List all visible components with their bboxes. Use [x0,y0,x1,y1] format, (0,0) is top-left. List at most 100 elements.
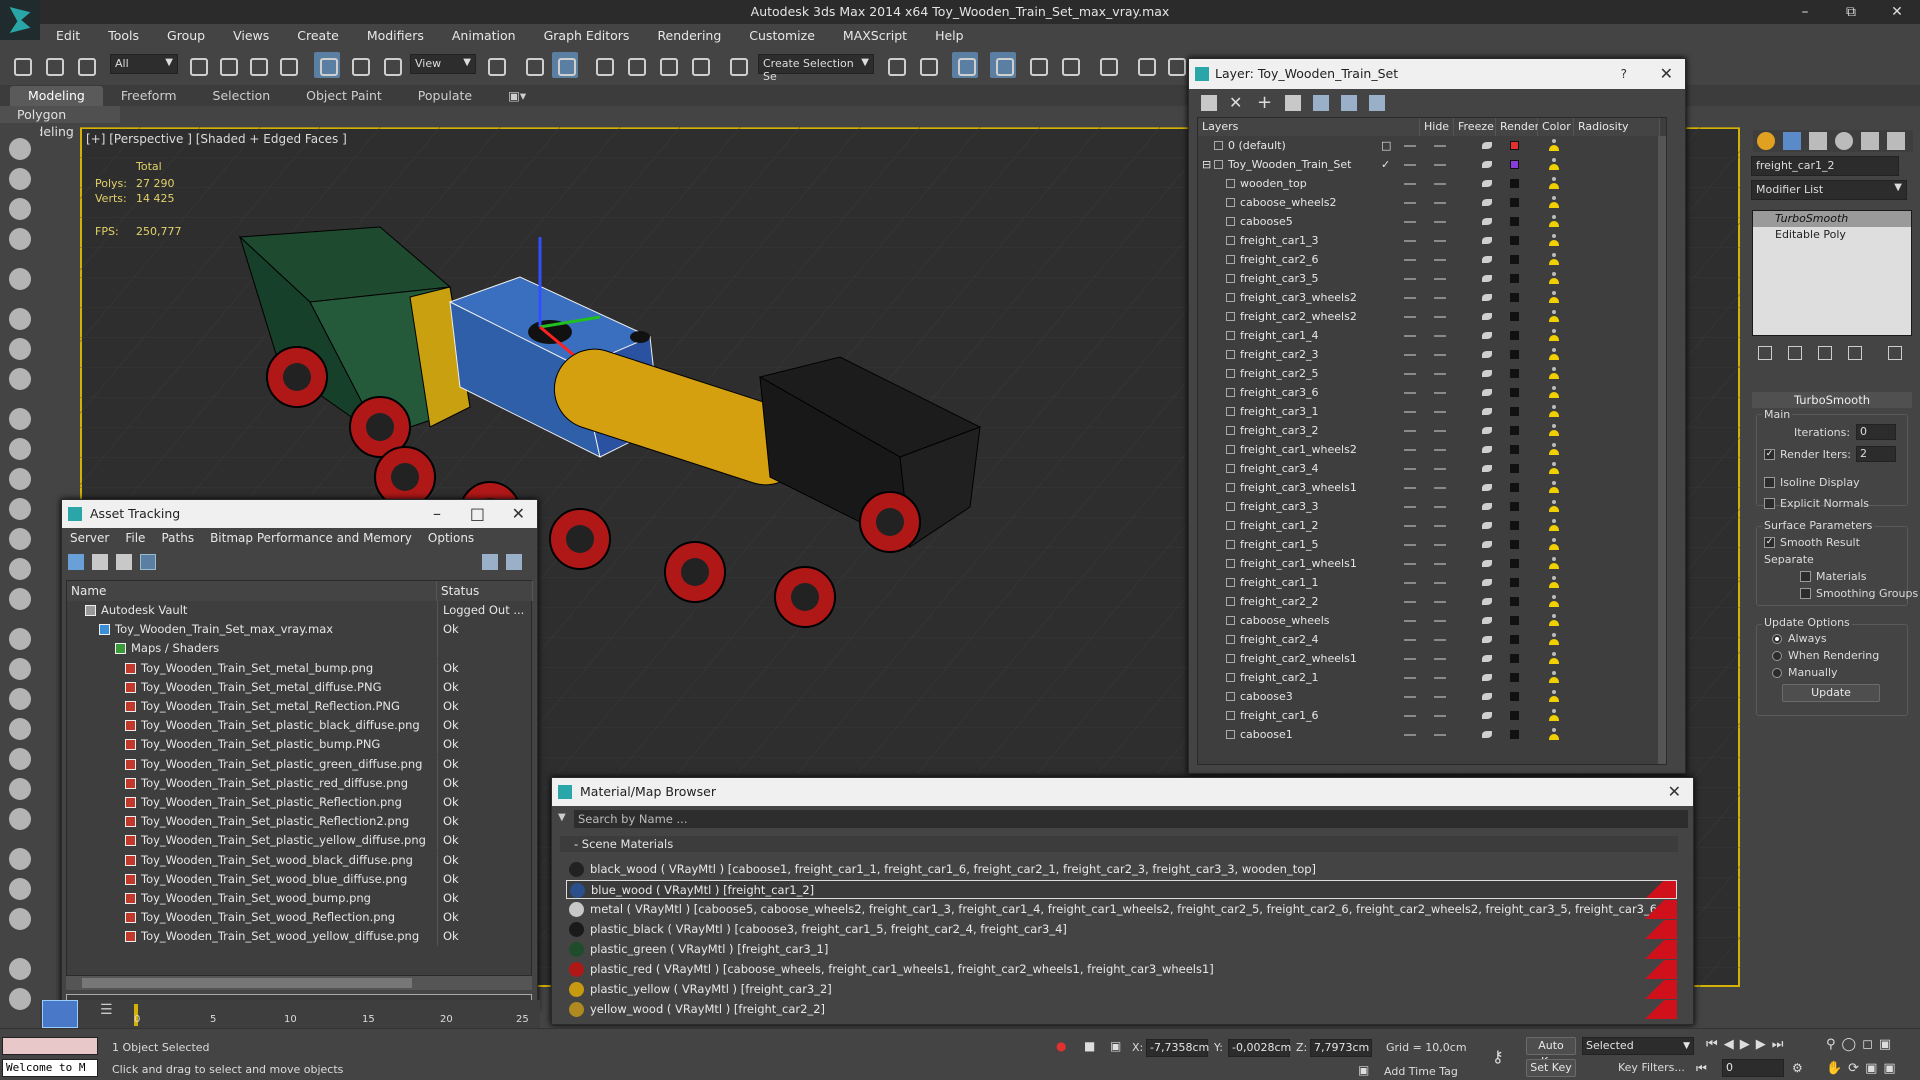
render-teapot-icon[interactable] [1482,503,1492,510]
asset-row[interactable]: Toy_Wooden_Train_Set_wood_Reflection.png… [67,908,533,928]
status-column-header[interactable]: Status [437,581,533,601]
material-row[interactable]: black_wood ( VRayMtl ) [caboose1, freigh… [566,860,1677,879]
radiosity-icon[interactable] [1548,557,1560,570]
current-layer-check-icon[interactable]: ✓ [1381,155,1390,174]
asset-row[interactable]: Toy_Wooden_Train_Set_wood_blue_diffuse.p… [67,869,533,889]
material-row[interactable]: plastic_yellow ( VRayMtl ) [freight_car3… [566,980,1677,999]
render-teapot-icon[interactable] [1482,180,1492,187]
hide-toggle[interactable] [1404,582,1416,584]
render-teapot-icon[interactable] [1482,408,1492,415]
rect-selection-icon[interactable] [244,52,270,78]
settings-icon[interactable] [506,554,522,570]
set-current-layer-icon[interactable]: □ [1381,136,1391,155]
menu-graph-editors[interactable]: Graph Editors [528,24,642,46]
freeze-toggle[interactable] [1434,430,1446,432]
teapot-primitive-icon[interactable] [9,498,31,520]
layer-row[interactable]: freight_car3_wheels2 [1198,288,1668,307]
material-editor-icon[interactable] [1094,52,1120,78]
hide-toggle[interactable] [1404,620,1416,622]
hide-toggle[interactable] [1404,335,1416,337]
layer-color-swatch[interactable] [1510,388,1519,397]
layer-row[interactable]: freight_car3_5 [1198,269,1668,288]
menu-rendering[interactable]: Rendering [641,24,733,46]
render-iters-spinner[interactable]: 2 [1856,446,1896,462]
asset-row[interactable]: Toy_Wooden_Train_Set_plastic_black_diffu… [67,716,533,736]
render-teapot-icon[interactable] [1482,161,1492,168]
render-teapot-icon[interactable] [1482,427,1492,434]
time-tag-icon[interactable]: ▣ [1358,1063,1369,1077]
globe-icon[interactable] [9,848,31,870]
radiosity-icon[interactable] [1548,519,1560,532]
layer-color-swatch[interactable] [1510,464,1519,473]
angle-snap-icon[interactable] [622,52,648,78]
hide-toggle[interactable] [1404,202,1416,204]
render-teapot-icon[interactable] [1482,712,1492,719]
ribbon-subtab-polygon-modeling[interactable]: Polygon Modeling [0,106,120,139]
bones-icon[interactable] [9,658,31,680]
layer-color-swatch[interactable] [1510,179,1519,188]
layer-row[interactable]: freight_car3_3 [1198,497,1668,516]
help-icon[interactable] [9,988,31,1010]
close-icon[interactable]: ✕ [1660,59,1673,89]
layer-row[interactable]: caboose_wheels2 [1198,193,1668,212]
layer-row[interactable]: 0 (default) □ [1198,136,1668,155]
material-search-input[interactable]: Search by Name ... [574,810,1688,828]
menu-modifiers[interactable]: Modifiers [351,24,436,46]
mini-curve-icon[interactable]: ☰ [100,1002,113,1018]
freeze-toggle[interactable] [1434,468,1446,470]
layer-color-swatch[interactable] [1510,635,1519,644]
key-selection-dropdown[interactable]: Selected ▼ [1582,1037,1694,1055]
toggle-ribbon-icon[interactable] [990,52,1016,78]
render-teapot-icon[interactable] [1482,199,1492,206]
figure-icon[interactable] [9,688,31,710]
list-view-icon[interactable] [92,554,108,570]
menu-group[interactable]: Group [151,24,217,46]
freeze-toggle[interactable] [1434,544,1446,546]
hide-toggle[interactable] [1404,392,1416,394]
layer-color-swatch[interactable] [1510,540,1519,549]
select-scale-icon[interactable] [378,52,404,78]
keyboard-shortcut-override-icon[interactable] [552,52,578,78]
render-teapot-icon[interactable] [1482,560,1492,567]
layer-row[interactable]: freight_car2_3 [1198,345,1668,364]
window-crossing-icon[interactable] [274,52,300,78]
render-teapot-icon[interactable] [1482,465,1492,472]
hide-toggle[interactable] [1404,487,1416,489]
light-icon[interactable] [9,268,31,290]
close-icon[interactable]: ✕ [1668,778,1681,806]
modifier-stack[interactable]: TurboSmooth Editable Poly [1752,210,1912,336]
hide-toggle[interactable] [1404,278,1416,280]
add-time-tag-button[interactable]: Add Time Tag [1384,1065,1458,1078]
refresh-icon[interactable] [68,554,84,570]
layer-color-swatch[interactable] [1510,692,1519,701]
hierarchy-tab-icon[interactable] [1809,132,1827,150]
radiosity-icon[interactable] [1548,272,1560,285]
radiosity-icon[interactable] [1548,462,1560,475]
smoothing-groups-checkbox[interactable] [1800,588,1811,599]
material-ball-icon[interactable] [9,588,31,610]
hide-toggle[interactable] [1404,677,1416,679]
teapot-icon[interactable] [9,138,31,160]
select-object-icon[interactable] [184,52,210,78]
menu-customize[interactable]: Customize [733,24,827,46]
freeze-toggle[interactable] [1434,677,1446,679]
layer-row[interactable]: freight_car1_4 [1198,326,1668,345]
radiosity-icon[interactable] [1548,595,1560,608]
current-frame-field[interactable]: 0 [1722,1059,1784,1077]
hide-toggle[interactable] [1404,145,1416,147]
layer-color-swatch[interactable] [1510,445,1519,454]
layer-color-swatch[interactable] [1510,578,1519,587]
layer-row[interactable]: freight_car1_6 [1198,706,1668,725]
freeze-toggle[interactable] [1434,392,1446,394]
freeze-toggle[interactable] [1434,202,1446,204]
hide-toggle[interactable] [1404,639,1416,641]
close-icon[interactable]: ✕ [512,500,525,528]
layer-color-swatch[interactable] [1510,502,1519,511]
display-tab-icon[interactable] [1861,132,1879,150]
radiosity-icon[interactable] [1548,671,1560,684]
isolate-icon[interactable]: ● [1056,1039,1066,1053]
layer-color-swatch[interactable] [1510,350,1519,359]
sphere-icon[interactable] [9,438,31,460]
asset-menu-server[interactable]: Server [62,528,117,548]
configure-sets-icon[interactable] [1888,346,1902,360]
